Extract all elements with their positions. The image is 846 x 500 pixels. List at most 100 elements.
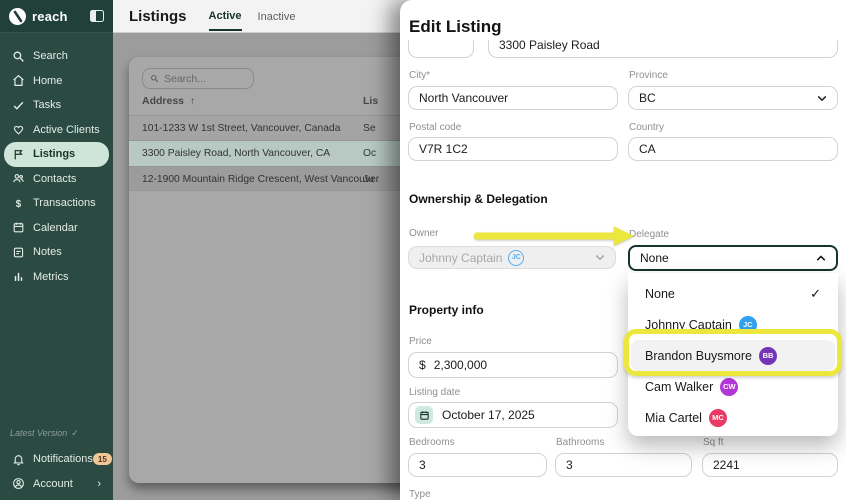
delegate-dropdown-menu: None ✓ Johnny Captain JC Brandon Buysmor… xyxy=(628,273,838,436)
menu-item-label: Mia Cartel xyxy=(645,411,702,425)
sidebar-item-notes[interactable]: Notes xyxy=(4,240,109,265)
tasks-icon xyxy=(12,99,25,112)
owner-label: Owner xyxy=(409,228,438,239)
menu-item-mia-cartel[interactable]: Mia Cartel MC xyxy=(631,402,835,433)
bedrooms-field[interactable] xyxy=(408,453,547,477)
sidebar-item-account[interactable]: Account › xyxy=(4,472,109,497)
ownership-heading: Ownership & Delegation xyxy=(409,192,548,206)
sidebar-item-label: Active Clients xyxy=(33,124,100,136)
sidebar-item-search[interactable]: Search xyxy=(4,44,109,69)
sidebar-item-calendar[interactable]: Calendar xyxy=(4,216,109,241)
sidebar: reach Search Home Tasks Active Clients xyxy=(0,0,113,500)
street-field[interactable] xyxy=(488,40,838,58)
drawer-title: Edit Listing xyxy=(409,17,502,37)
bathrooms-label: Bathrooms xyxy=(556,437,604,448)
sidebar-item-label: Tasks xyxy=(33,99,61,111)
sidebar-item-metrics[interactable]: Metrics xyxy=(4,265,109,290)
menu-item-brandon-buysmore[interactable]: Brandon Buysmore BB xyxy=(631,340,835,371)
listings-search[interactable] xyxy=(142,68,254,89)
owner-avatar: JC xyxy=(508,250,524,266)
search-icon xyxy=(12,50,25,63)
transactions-icon: $ xyxy=(12,197,25,210)
sidebar-item-tasks[interactable]: Tasks xyxy=(4,93,109,118)
sidebar-footer: Latest Version✓ Notifications 15 Account… xyxy=(4,428,109,496)
check-icon: ✓ xyxy=(810,286,821,302)
menu-item-none[interactable]: None ✓ xyxy=(631,278,835,309)
property-info-heading: Property info xyxy=(409,303,484,317)
version-label: Latest Version✓ xyxy=(4,428,109,447)
address-cell: 101-1233 W 1st Street, Vancouver, Canada xyxy=(142,123,340,134)
version-check-icon: ✓ xyxy=(71,428,79,438)
menu-item-label: Brandon Buysmore xyxy=(645,349,752,363)
column-address-label: Address xyxy=(142,95,184,107)
listing-date-field[interactable]: October 17, 2025 xyxy=(408,402,618,428)
sidebar-item-label: Notifications xyxy=(33,453,93,465)
postal-code-label: Postal code xyxy=(409,122,461,133)
account-icon xyxy=(12,477,25,490)
price-value: 2,300,000 xyxy=(434,358,487,372)
unit-field[interactable] xyxy=(408,40,474,58)
chevron-down-icon xyxy=(817,95,827,102)
notifications-count-badge: 15 xyxy=(93,453,112,465)
sidebar-item-notifications[interactable]: Notifications 15 xyxy=(4,447,109,472)
province-select[interactable]: BC xyxy=(628,86,838,110)
menu-item-johnny-captain[interactable]: Johnny Captain JC xyxy=(631,309,835,340)
delegate-label: Delegate xyxy=(629,229,669,240)
sqft-label: Sq ft xyxy=(703,437,724,448)
sidebar-toggle-icon[interactable] xyxy=(90,10,104,22)
chevron-right-icon: › xyxy=(97,478,101,490)
sidebar-item-contacts[interactable]: Contacts xyxy=(4,167,109,192)
delegate-select[interactable]: None xyxy=(628,245,838,271)
listing-date-value: October 17, 2025 xyxy=(442,408,535,422)
contacts-icon xyxy=(12,172,25,185)
tab-active[interactable]: Active xyxy=(209,1,242,31)
province-label: Province xyxy=(629,70,668,81)
search-icon xyxy=(150,74,159,83)
sidebar-item-label: Notes xyxy=(33,246,62,258)
tab-inactive[interactable]: Inactive xyxy=(258,2,296,30)
sidebar-item-label: Listings xyxy=(33,148,75,160)
owner-select[interactable]: Johnny Captain JC xyxy=(408,246,616,269)
city-field[interactable] xyxy=(408,86,618,110)
country-label: Country xyxy=(629,122,664,133)
bell-icon xyxy=(12,453,25,466)
search-input[interactable] xyxy=(164,73,244,85)
column-listing-date[interactable]: Lis xyxy=(363,95,378,107)
notes-icon xyxy=(12,246,25,259)
calendar-icon xyxy=(415,406,433,424)
avatar-badge: CW xyxy=(720,378,738,396)
home-icon xyxy=(12,74,25,87)
app-window: reach Search Home Tasks Active Clients xyxy=(0,0,846,500)
clipped-street-row xyxy=(400,40,846,60)
sort-ascending-icon: ↑ xyxy=(190,96,195,107)
sidebar-item-transactions[interactable]: $ Transactions xyxy=(4,191,109,216)
country-field[interactable] xyxy=(628,137,838,161)
province-value: BC xyxy=(639,91,656,105)
price-label: Price xyxy=(409,336,432,347)
price-field[interactable]: $ 2,300,000 xyxy=(408,352,618,378)
sidebar-item-active-clients[interactable]: Active Clients xyxy=(4,118,109,143)
menu-item-label: Johnny Captain xyxy=(645,318,732,332)
sidebar-item-label: Account xyxy=(33,478,73,490)
chevron-down-icon xyxy=(595,254,605,261)
metrics-icon xyxy=(12,270,25,283)
menu-item-label: Cam Walker xyxy=(645,380,713,394)
brand-name: reach xyxy=(32,9,90,24)
sidebar-item-home[interactable]: Home xyxy=(4,69,109,94)
sidebar-item-label: Home xyxy=(33,75,62,87)
owner-value: Johnny Captain xyxy=(419,251,502,265)
column-address[interactable]: Address ↑ xyxy=(142,95,195,107)
sqft-field[interactable] xyxy=(702,453,838,477)
sidebar-item-label: Contacts xyxy=(33,173,76,185)
postal-code-field[interactable] xyxy=(408,137,618,161)
menu-item-label: None xyxy=(645,287,675,301)
sidebar-item-label: Calendar xyxy=(33,222,78,234)
bathrooms-field[interactable] xyxy=(555,453,692,477)
sidebar-item-label: Metrics xyxy=(33,271,68,283)
date-cell: Ju xyxy=(363,174,374,185)
sidebar-item-listings[interactable]: Listings xyxy=(4,142,109,167)
date-cell: Se xyxy=(363,123,376,134)
currency-prefix: $ xyxy=(419,358,426,372)
menu-item-cam-walker[interactable]: Cam Walker CW xyxy=(631,371,835,402)
calendar-icon xyxy=(12,221,25,234)
